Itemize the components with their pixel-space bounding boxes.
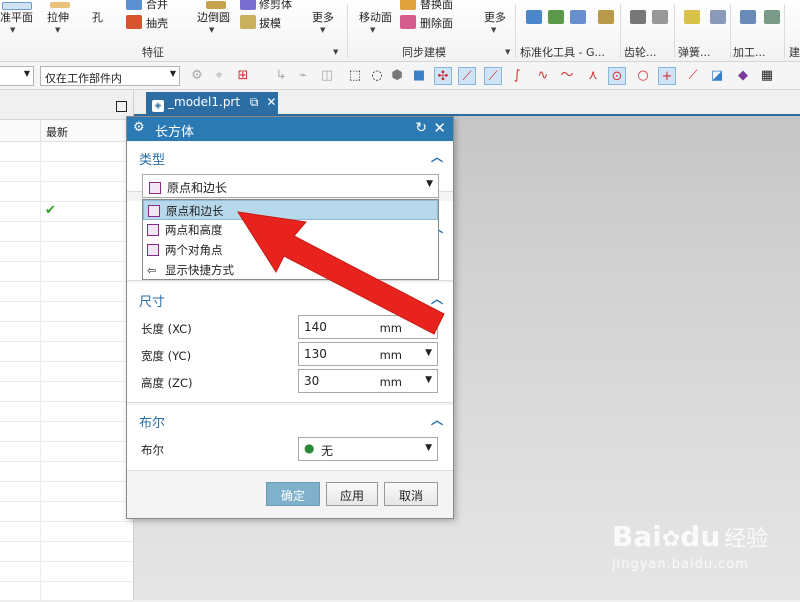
- watermark: Bai✿du 经验 jingyan.baidu.com: [612, 520, 792, 590]
- watermark-url: jingyan.baidu.com: [612, 557, 749, 572]
- paw-icon: ✿: [661, 527, 681, 552]
- arrow-icon: [236, 211, 445, 335]
- annotation-arrow: [236, 211, 445, 335]
- watermark-cn: 经验: [724, 527, 769, 552]
- watermark-brand2: du: [680, 520, 721, 553]
- watermark-brand: Bai: [612, 520, 662, 553]
